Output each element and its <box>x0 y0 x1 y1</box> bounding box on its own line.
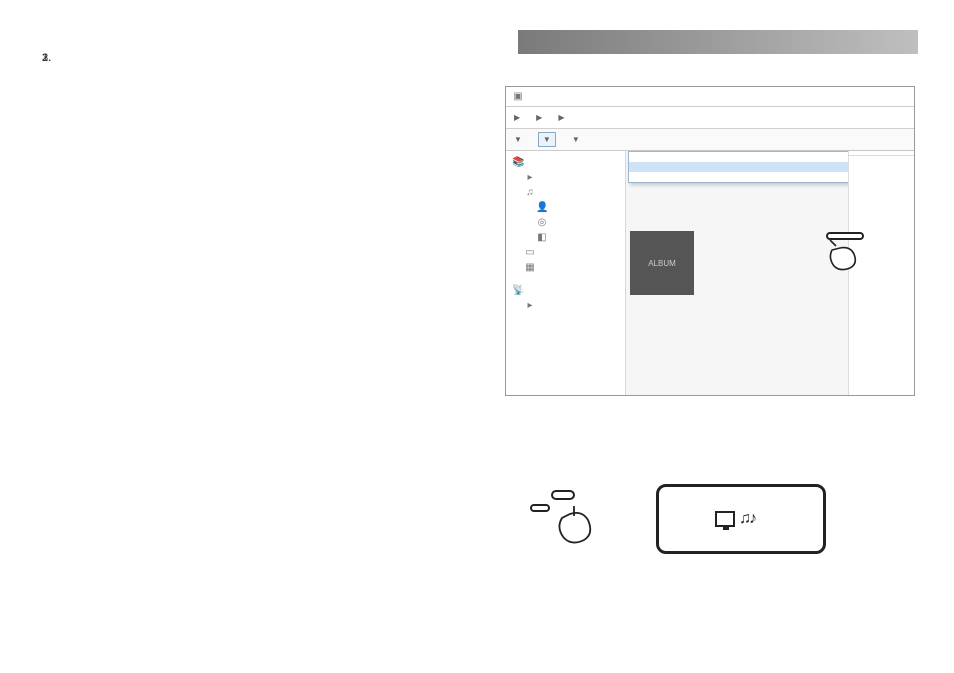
video-icon: ▭ <box>524 247 536 258</box>
lcd-display: ♫♪ <box>656 484 826 554</box>
side-pictures[interactable]: ▦ <box>506 260 625 275</box>
callout-2-group <box>826 232 864 279</box>
wmp-breadcrumb[interactable]: ▶ ▶ ▶ <box>506 107 914 129</box>
chevron-down-icon: ▼ <box>514 135 522 144</box>
lcd-icons: ♫♪ <box>715 510 755 528</box>
wmp-sidebar: 📚 ▸ ♫ 👤 ◎ ◧ ▭ ▦ 📡 ▸ <box>506 151 626 395</box>
tag-icon: ◧ <box>536 232 548 243</box>
toolbar-stream[interactable]: ▼ <box>538 132 556 147</box>
playlist-icon: ▸ <box>524 172 536 183</box>
pointing-hand-icon <box>552 504 596 548</box>
wmp-toolbar: ▼ ▼ ▼ <box>506 129 914 151</box>
callout-2-number <box>826 232 864 240</box>
side-library[interactable]: 📚 <box>506 155 625 170</box>
side-roberts[interactable]: ▸ <box>506 298 625 313</box>
side-playlists[interactable]: ▸ <box>506 170 625 185</box>
side-music[interactable]: ♫ <box>506 185 625 200</box>
side-album[interactable]: ◎ <box>506 215 625 230</box>
album-art[interactable]: ALBUM <box>630 231 694 295</box>
chevron-down-icon: ▼ <box>572 135 580 144</box>
chevron-right-icon: ▶ <box>536 113 542 122</box>
network-icon: 📡 <box>512 285 524 296</box>
monitor-icon <box>715 511 735 527</box>
music-notes-icon: ♫♪ <box>739 510 755 528</box>
mode-button[interactable] <box>551 490 575 500</box>
section-tab <box>518 30 918 54</box>
toolbar-organize[interactable]: ▼ <box>514 134 522 145</box>
side-artist[interactable]: 👤 <box>506 200 625 215</box>
music-icon: ♫ <box>524 187 536 198</box>
chevron-right-icon: ▶ <box>558 113 564 122</box>
callout-3-number <box>530 504 550 512</box>
side-other-libraries[interactable]: 📡 <box>506 283 625 298</box>
device-icon: ▸ <box>524 300 536 311</box>
disc-icon: ◎ <box>536 217 548 228</box>
side-genre[interactable]: ◧ <box>506 230 625 245</box>
toolbar-create-playlist[interactable]: ▼ <box>572 134 580 145</box>
wmp-titlebar: ▣ <box>506 87 914 107</box>
picture-icon: ▦ <box>524 262 536 273</box>
chevron-right-icon: ▶ <box>514 113 520 122</box>
col-title[interactable] <box>849 151 914 156</box>
chevron-down-icon: ▼ <box>543 135 551 144</box>
pointing-hand-icon <box>826 240 864 274</box>
figure-mode-button <box>530 490 596 548</box>
person-icon: 👤 <box>536 202 548 213</box>
wmp-main-pane: ALBUM <box>626 151 914 395</box>
side-videos[interactable]: ▭ <box>506 245 625 260</box>
wmp-app-icon: ▣ <box>512 91 524 102</box>
library-icon: 📚 <box>512 157 524 168</box>
